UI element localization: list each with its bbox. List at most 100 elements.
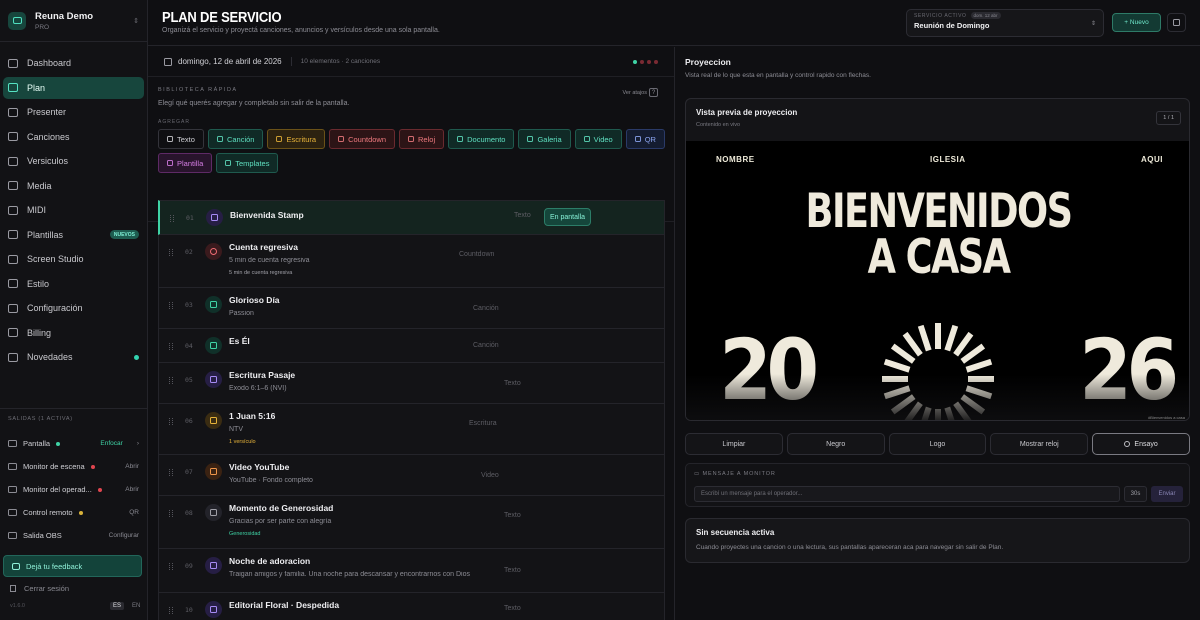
sidebar-nav: Dashboard Plan Presenter Canciones Versiculo… [0,42,147,368]
item-type-icon [205,296,222,313]
add-texto-chip[interactable]: Texto [158,129,204,149]
message-duration[interactable]: 30s [1124,486,1147,502]
preview-subtitle: Contenido en vivo [696,122,741,128]
drag-handle-icon[interactable] [169,418,173,425]
chip-icon [338,136,345,142]
plan-item-row[interactable]: 07 Video YouTube YouTube · Fondo completo V… [158,455,665,496]
item-title: Editorial Floral · Despedida [229,600,340,610]
add-escritura-chip[interactable]: Escritura [267,129,326,149]
sidebar-item-dashboard[interactable]: Dashboard [3,52,144,74]
control-negro-button[interactable]: Negro [786,433,885,455]
drag-handle-icon[interactable] [169,607,173,614]
chevron-right-icon: › [136,440,139,447]
sidebar-item-canciones[interactable]: Canciones [3,126,144,148]
item-subtitle: Gracias por ser parte con alegría [229,518,332,525]
item-title: Glorioso Día [229,295,280,305]
item-number: 08 [185,509,193,517]
output-action-button[interactable]: Abrir [125,463,139,470]
sidebar-item-midi[interactable]: MIDI [3,199,144,221]
drag-handle-icon[interactable] [169,377,173,384]
duplicate-button[interactable] [1167,13,1186,32]
add-plantilla-chip[interactable]: Plantilla [158,153,213,173]
plan-count: 10 elementos · 2 canciones [300,58,381,65]
sidebar-item-versiculos[interactable]: Versiculos [3,150,144,172]
sidebar-item-billing[interactable]: Billing [3,322,144,344]
new-service-button[interactable]: + Nuevo [1112,13,1161,32]
output-action-button[interactable]: Enfocar [100,440,122,447]
main-content: PLAN DE SERVICIO Organizá el servicio y … [148,0,1200,620]
output-action-button[interactable]: QR [129,509,139,516]
drag-handle-icon[interactable] [169,563,173,570]
sidebar-item-plan[interactable]: Plan [3,76,144,99]
projection-preview: Vista previa de proyeccion Contenido en … [685,98,1190,421]
chip-icon [583,136,590,142]
on-screen-badge: En pantalla [544,208,592,226]
chip-label: Reloj [418,134,436,144]
workspace-switcher[interactable]: Reuna Demo PRO ⇕ [0,0,147,42]
lang-es[interactable]: ES [110,602,125,610]
keyboard-icon [8,205,18,215]
user-icon [1124,441,1131,447]
plan-item-row[interactable]: 05 Escritura Pasaje Éxodo 6:1–6 (NVI) Texto [158,363,665,404]
feedback-button[interactable]: Dejá tu feedback [3,555,142,577]
monitor-icon [8,532,17,539]
sidebar-item-plantillas[interactable]: Plantillas NUEVOS [3,224,144,246]
sidebar-item-screen-studio[interactable]: Screen Studio [3,248,144,270]
slide-canvas[interactable]: NOMBRE IGLESIA AQUI BIENVENIDOS A CASA 2… [686,141,1189,420]
workspace-plan: PRO [35,23,50,31]
plan-item-row[interactable]: 04 Es Él Canción [158,329,665,363]
add-video-chip[interactable]: Video [574,129,622,149]
drag-handle-icon[interactable] [169,343,173,350]
copy-icon [1173,19,1180,26]
output-action-button[interactable]: Abrir [125,486,139,493]
plan-item-row[interactable]: 08 Momento de Generosidad Gracias por ser … [158,496,665,549]
message-input[interactable]: Escribí un mensaje para el operador... [694,486,1120,502]
sidebar-item-presenter[interactable]: Presenter [3,101,144,123]
add-templates-chip[interactable]: Templates [216,153,279,173]
add-countdown-chip[interactable]: Countdown [329,129,396,149]
chip-label: Escritura [286,134,317,144]
plan-item-row[interactable]: 10 Editorial Floral · Despedida Texto [158,593,665,620]
drag-handle-icon[interactable] [169,469,173,476]
plan-item-row[interactable]: 09 Noche de adoracion Traigan amigos y fam… [158,549,665,593]
sparkle-icon [8,352,18,362]
add-galeria-chip[interactable]: Galeria [518,129,571,149]
drag-handle-icon[interactable] [169,249,173,256]
logout-button[interactable]: Cerrar sesión [10,584,69,593]
drag-handle-icon[interactable] [169,302,173,309]
control-mostrar-reloj-button[interactable]: Mostrar reloj [990,433,1089,455]
sidebar-item-estilo[interactable]: Estilo [3,273,144,295]
add-documento-chip[interactable]: Documento [448,129,515,149]
sidebar-item-media[interactable]: Media [3,175,144,197]
drag-handle-icon[interactable] [169,510,173,517]
sidebar-item-novedades[interactable]: Novedades [3,346,144,368]
plan-item-row[interactable]: 02 Cuenta regresiva 5 min de cuenta regres… [158,235,665,288]
item-type-label: Canción [473,342,499,349]
add-chips: Texto Canción Escritura Countdown Reloj Docum… [158,129,668,173]
item-type-label: Texto [504,512,521,519]
status-dot [90,464,95,469]
control-limpiar-button[interactable]: Limpiar [685,433,783,455]
add-reloj-chip[interactable]: Reloj [399,129,445,149]
lang-en[interactable]: EN [129,602,143,610]
brand-logo [8,11,26,30]
control-logo-button[interactable]: Logo [888,433,987,455]
add-cancin-chip[interactable]: Canción [207,129,264,149]
chip-icon [216,136,223,142]
status-dots [633,59,658,64]
output-action-button[interactable]: Configurar [109,532,139,539]
sidebar-item-configuración[interactable]: Configuración [3,297,144,319]
plan-item-row[interactable]: 01 Bienvenida Stamp Texto En pantalla [158,200,665,235]
control-ensayo-button[interactable]: Ensayo [1092,433,1190,455]
item-type-label: Video [481,471,499,479]
active-service-select[interactable]: SERVICIO ACTIVO dom. 12 abr Reunión de Do… [906,9,1104,37]
sidebar-item-label: MIDI [27,205,46,215]
shortcuts-link[interactable]: Ver atajos? [623,88,658,97]
add-qr-chip[interactable]: QR [625,129,665,149]
plan-item-row[interactable]: 03 Glorioso Día Passion Canción [158,288,665,329]
item-number: 07 [185,468,193,476]
drag-handle-icon[interactable] [170,215,174,222]
send-message-button[interactable]: Enviar [1151,486,1183,502]
slide-headline-2: A CASA [867,230,1011,285]
plan-item-row[interactable]: 06 1 Juan 5:16 NTV 1 versículo Escritura [158,404,665,455]
